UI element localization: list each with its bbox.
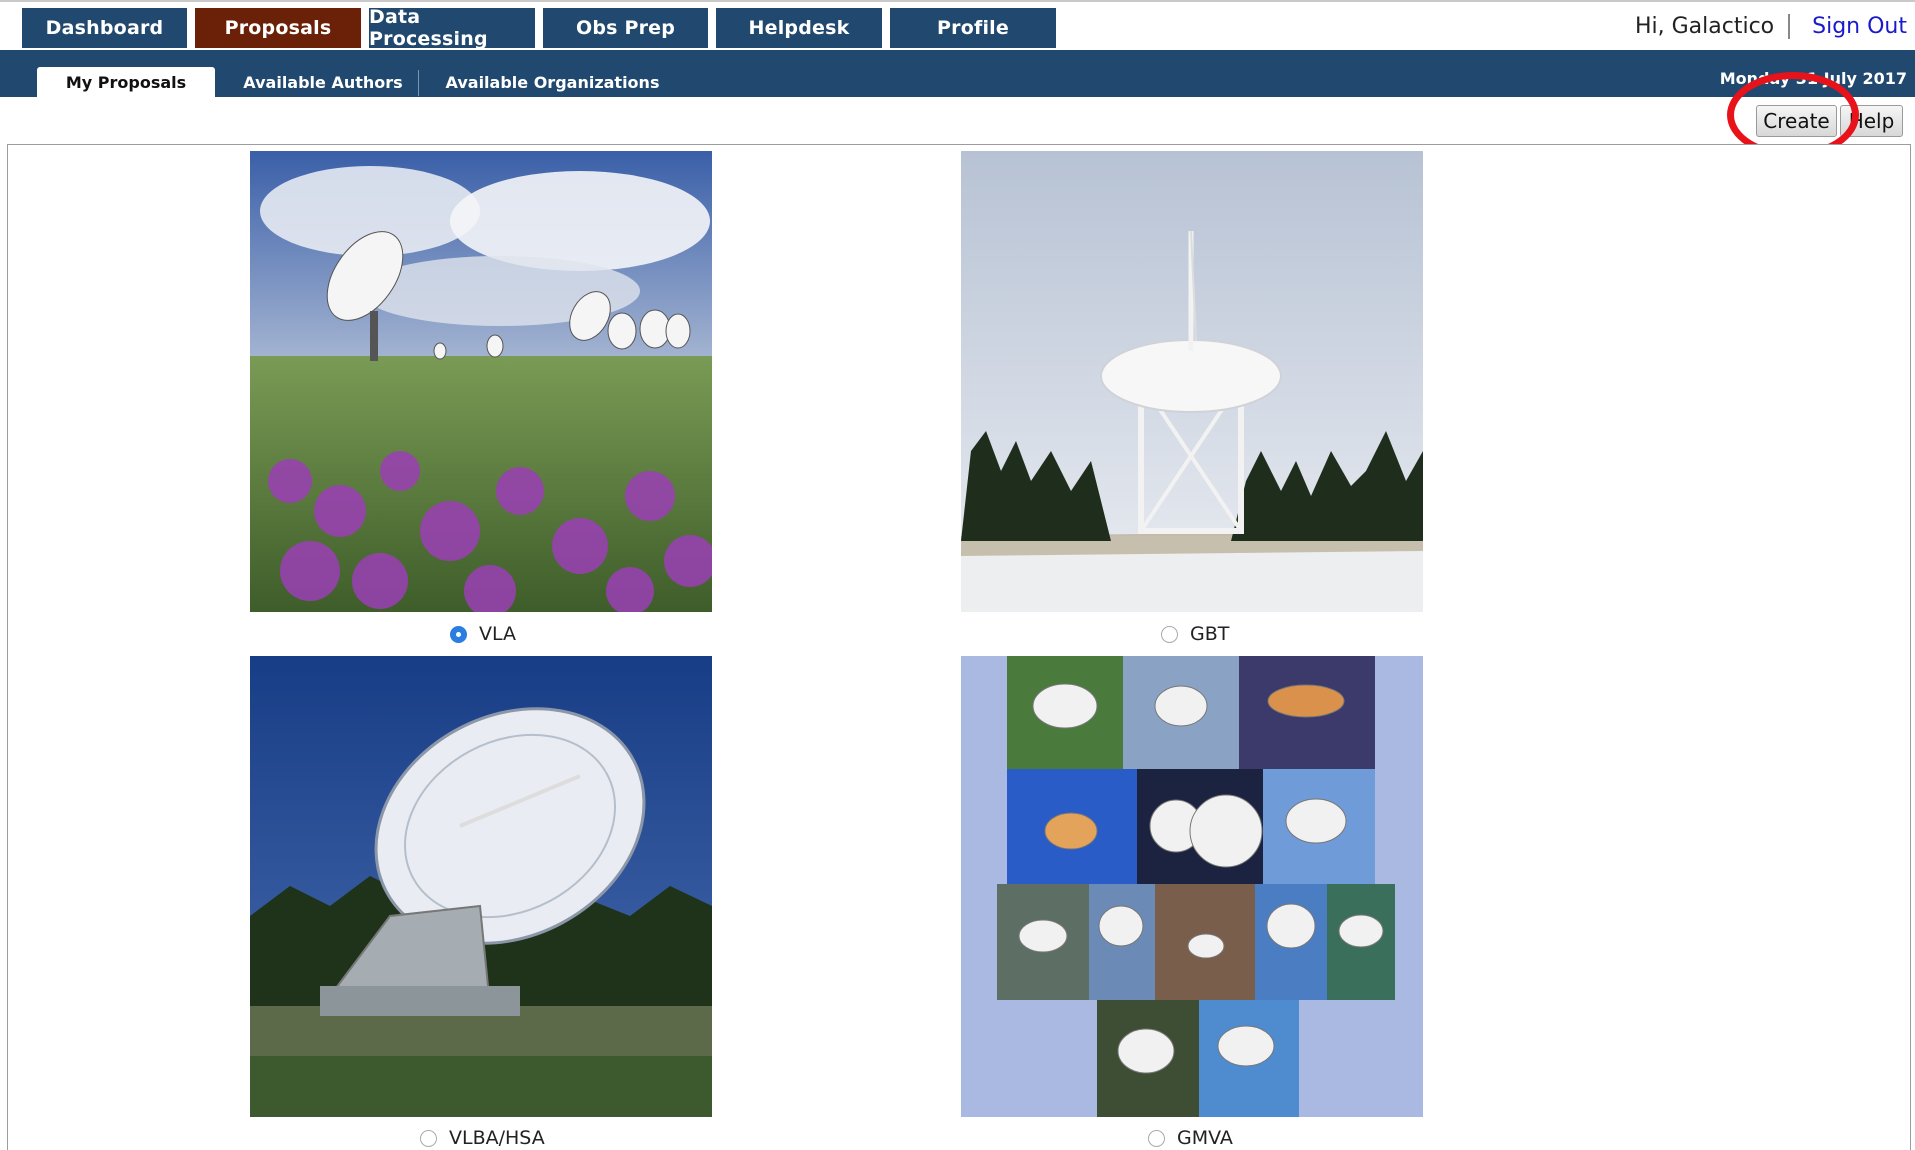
facility-option-vla[interactable]: VLA — [450, 623, 516, 645]
vla-radio[interactable] — [450, 625, 467, 643]
tab-helpdesk[interactable]: Helpdesk — [716, 8, 882, 48]
gmva-image[interactable] — [961, 656, 1423, 1117]
facility-option-vlba-hsa[interactable]: VLBA/HSA — [420, 1127, 545, 1149]
facility-option-gbt[interactable]: GBT — [1161, 623, 1229, 645]
sub-nav-bar: My Proposals Available Authors Available… — [0, 50, 1915, 97]
gmva-radio[interactable] — [1148, 1129, 1165, 1147]
tab-available-organizations[interactable]: Available Organizations — [430, 67, 675, 97]
vlba-hsa-image[interactable] — [250, 656, 712, 1117]
gmva-label: GMVA — [1177, 1127, 1233, 1149]
tab-profile[interactable]: Profile — [890, 8, 1056, 48]
tab-obs-prep[interactable]: Obs Prep — [543, 8, 708, 48]
sign-out-link[interactable]: Sign Out — [1790, 14, 1907, 39]
gbt-radio[interactable] — [1161, 625, 1178, 643]
tab-available-authors[interactable]: Available Authors — [232, 67, 414, 97]
vla-image[interactable] — [250, 151, 712, 612]
current-date: Monday 31 July 2017 — [1719, 69, 1907, 88]
top-nav-bar: Dashboard Proposals Data Processing Obs … — [0, 0, 1915, 50]
user-greeting: Hi, Galactico — [1635, 14, 1791, 39]
tab-dashboard[interactable]: Dashboard — [22, 8, 187, 48]
tab-proposals[interactable]: Proposals — [195, 8, 361, 48]
facility-option-gmva[interactable]: GMVA — [1148, 1127, 1233, 1149]
tab-my-proposals[interactable]: My Proposals — [37, 67, 215, 97]
vla-label: VLA — [479, 623, 517, 645]
gbt-image[interactable] — [961, 151, 1423, 612]
subnav-divider — [418, 70, 419, 96]
gbt-label: GBT — [1190, 623, 1230, 645]
vlba-hsa-radio[interactable] — [420, 1129, 437, 1147]
help-button[interactable]: Help — [1840, 105, 1903, 137]
tab-data-processing[interactable]: Data Processing — [369, 6, 535, 50]
user-area: Hi, Galactico Sign Out — [1635, 14, 1907, 39]
create-button[interactable]: Create — [1756, 105, 1837, 137]
vlba-hsa-label: VLBA/HSA — [449, 1127, 545, 1149]
